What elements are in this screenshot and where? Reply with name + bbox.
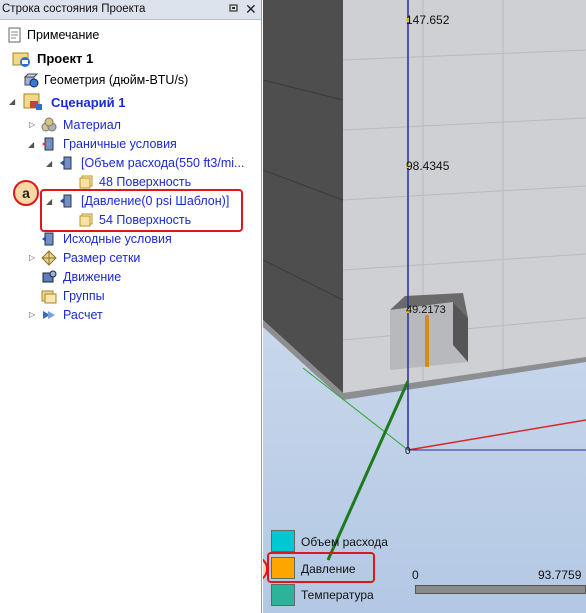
tree-item-motion[interactable]: Движение: [0, 268, 260, 286]
scale-max-label: 93.7759: [538, 568, 582, 582]
tree-item-flow-rate[interactable]: ◢ [Объем расхода(550 ft3/mi...: [0, 154, 260, 172]
tree-item-label: Сценарий 1: [51, 95, 126, 110]
motion-icon: [41, 269, 57, 285]
callout-a-frame: [40, 189, 243, 232]
legend-swatch-flow: [271, 530, 295, 552]
expand-icon[interactable]: ▷: [29, 121, 37, 129]
tree-item-label: Геометрия (дюйм-BTU/s): [44, 73, 189, 87]
solve-icon: [41, 307, 57, 323]
scenario-icon: [21, 92, 45, 112]
tree-item-label: Проект 1: [37, 51, 94, 66]
tree-item-boundary-conditions[interactable]: ◢ Граничные условия: [0, 135, 260, 153]
panel-title: Строка состояния Проекта: [2, 3, 146, 15]
tree-item-label: Расчет: [63, 308, 103, 322]
expand-icon[interactable]: ▷: [29, 254, 37, 262]
mesh-icon: [41, 250, 57, 266]
axis-label: 98.4345: [406, 159, 450, 173]
note-icon: [7, 27, 23, 43]
tree-item-project[interactable]: Проект 1: [0, 49, 260, 67]
tree-item-material[interactable]: ▷ Материал: [0, 116, 260, 134]
tree-item-label: Примечание: [27, 28, 100, 42]
callout-a-marker: a: [13, 180, 39, 206]
tree-item-label: Исходные условия: [63, 232, 172, 246]
tree-item-label: Материал: [63, 118, 121, 132]
legend-swatch-temperature: [271, 584, 295, 606]
callout-b-frame: [267, 552, 375, 583]
scale-min-label: 0: [412, 568, 419, 582]
tree-item-groups[interactable]: Группы: [0, 287, 260, 305]
boundary-icon: [41, 136, 57, 152]
tree-item-scenario[interactable]: ◢ Сценарий 1: [0, 92, 260, 110]
surface-icon: [78, 174, 94, 190]
axis-label: 49.2173: [406, 304, 446, 316]
collapse-icon[interactable]: ◢: [46, 160, 54, 168]
expand-icon[interactable]: ▷: [29, 311, 37, 319]
graphics-viewport[interactable]: 147.652 98.4345 49.2173 0 Объем расхода …: [263, 0, 586, 613]
material-icon: [41, 117, 57, 133]
tree-item-label: Граничные условия: [63, 137, 177, 151]
panel-title-bar: Строка состояния Проекта ✕: [0, 0, 261, 20]
tree-item-label: [Объем расхода(550 ft3/mi...: [81, 156, 245, 170]
close-icon[interactable]: ✕: [245, 2, 257, 16]
pin-icon[interactable]: [229, 4, 239, 14]
axis-label: 0: [405, 446, 411, 457]
collapse-icon[interactable]: ◢: [28, 141, 36, 149]
groups-icon: [41, 288, 57, 304]
scale-bar: [415, 585, 586, 594]
project-icon: [12, 49, 32, 69]
tree-item-label: Размер сетки: [63, 251, 141, 265]
tree-item-label: Движение: [63, 270, 122, 284]
tree-item-label: Группы: [63, 289, 105, 303]
tree-item-geometry[interactable]: Геометрия (дюйм-BTU/s): [0, 71, 260, 89]
tree-item-note[interactable]: Примечание: [0, 26, 260, 44]
legend-label: Объем расхода: [301, 535, 388, 549]
tree-item-initial-conditions[interactable]: Исходные условия: [0, 230, 260, 248]
geometry-icon: [23, 72, 39, 88]
legend-label: Температура: [301, 588, 374, 602]
tree-item-mesh-size[interactable]: ▷ Размер сетки: [0, 249, 260, 267]
project-status-panel: Строка состояния Проекта ✕ Примечание Пр…: [0, 0, 262, 613]
tree-item-solve[interactable]: ▷ Расчет: [0, 306, 260, 324]
initial-conditions-icon: [41, 231, 57, 247]
boundary-condition-icon: [59, 155, 75, 171]
collapse-icon[interactable]: ◢: [9, 98, 17, 106]
axis-label: 147.652: [406, 13, 450, 27]
